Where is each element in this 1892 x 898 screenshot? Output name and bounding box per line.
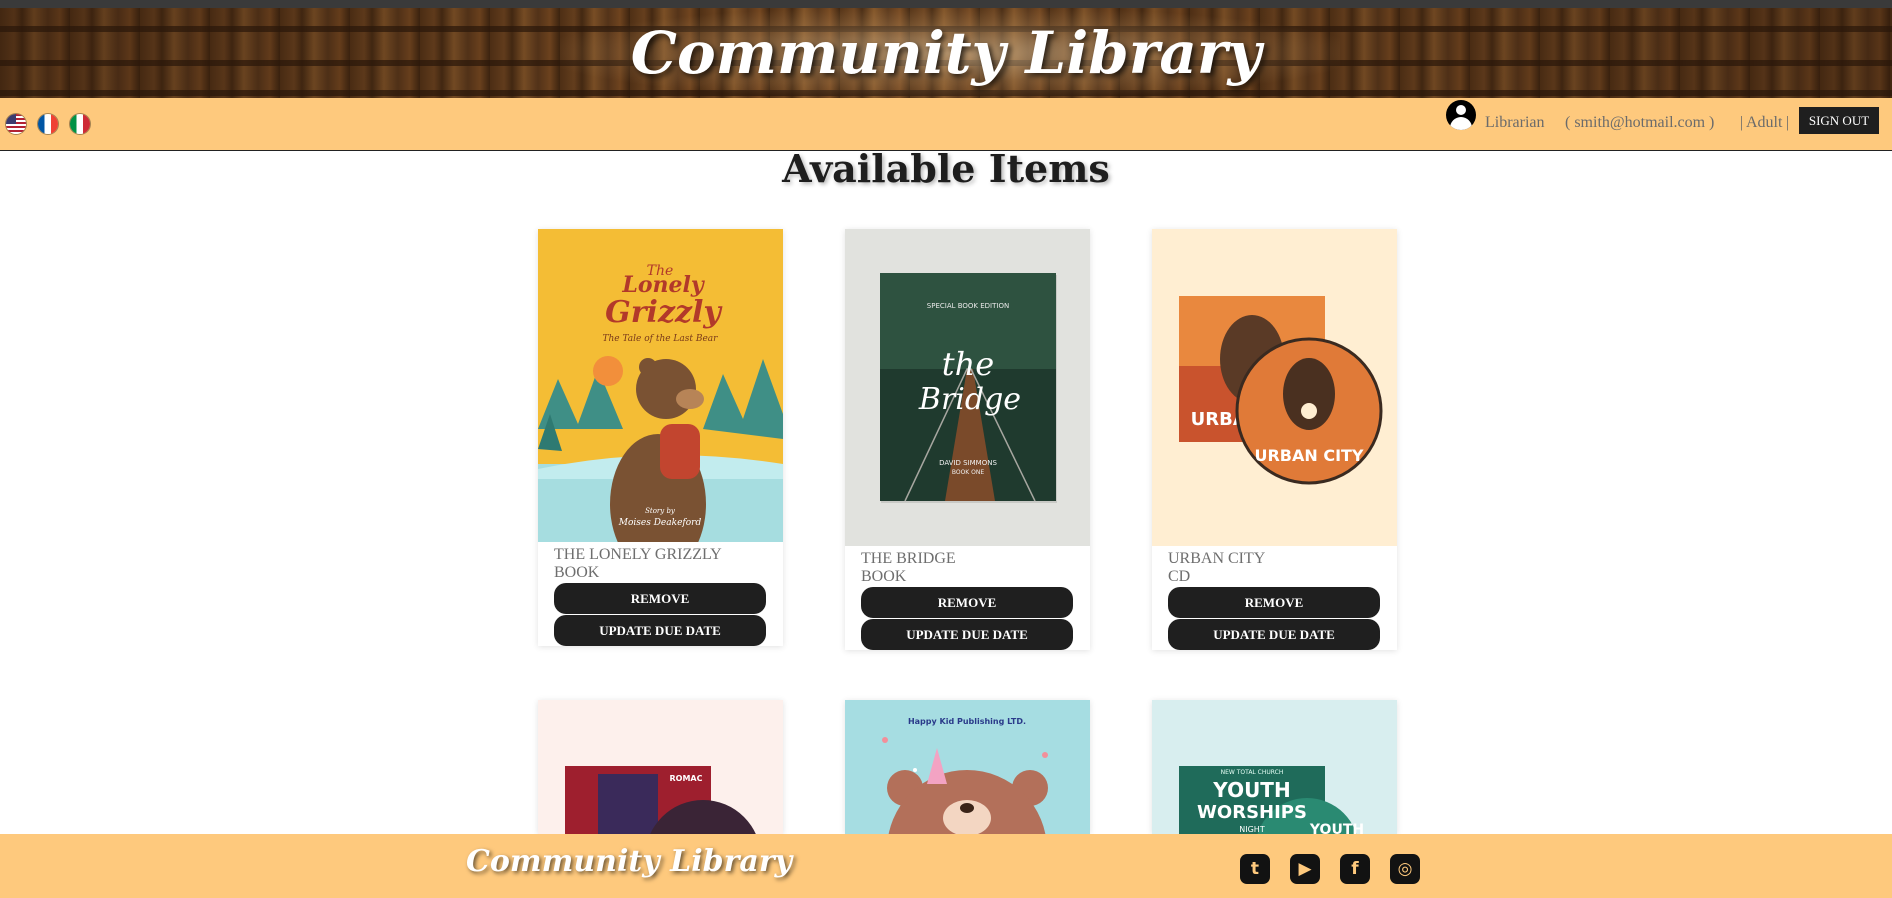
- remove-button[interactable]: REMOVE: [554, 583, 766, 614]
- item-type: BOOK: [554, 564, 600, 581]
- cover-text: YOUTH: [1309, 822, 1364, 834]
- cover-text: NEW TOTAL CHURCH: [1221, 769, 1284, 776]
- section-title: Available Items: [782, 146, 1110, 191]
- book-cover-image[interactable]: The Lonely Grizzly The Tale of the Last …: [538, 229, 783, 542]
- cover-text: Grizzly: [605, 295, 723, 330]
- cover-text: Bridge: [918, 382, 1021, 417]
- user-role: Librarian: [1485, 114, 1545, 131]
- cover-text: BOOK ONE: [952, 469, 985, 476]
- twitter-icon[interactable]: t: [1240, 854, 1270, 884]
- site-title: Community Library: [630, 19, 1262, 87]
- cover-text: DAVID SIMMONS: [939, 459, 997, 467]
- book-cover-image[interactable]: Happy Kid Publishing LTD.: [845, 700, 1090, 834]
- item-title: URBAN CITY: [1168, 550, 1266, 567]
- cover-text: Moises Deakeford: [618, 518, 702, 528]
- cover-text: URBAN CITY: [1254, 446, 1363, 465]
- cover-text: Happy Kid Publishing LTD.: [908, 717, 1026, 726]
- update-due-date-button[interactable]: UPDATE DUE DATE: [861, 619, 1073, 650]
- update-due-date-button[interactable]: UPDATE DUE DATE: [554, 615, 766, 646]
- footer: Community Library t ▶ f ◎: [0, 834, 1892, 898]
- separator: |: [1740, 114, 1744, 131]
- item-title: THE BRIDGE: [861, 550, 956, 567]
- cd-cover-image[interactable]: URBAN CITY URBAN CITY: [1152, 229, 1397, 546]
- remove-button[interactable]: REMOVE: [861, 587, 1073, 618]
- youtube-icon[interactable]: ▶: [1290, 854, 1320, 884]
- cd-cover-image[interactable]: ROMAC: [538, 700, 783, 834]
- item-card: The Lonely Grizzly The Tale of the Last …: [538, 229, 783, 646]
- instagram-icon[interactable]: ◎: [1390, 854, 1420, 884]
- item-card: NEW TOTAL CHURCH YOUTH WORSHIPS NIGHT YO…: [1152, 700, 1397, 834]
- cover-text: NIGHT: [1239, 825, 1265, 834]
- item-type: CD: [1168, 568, 1191, 585]
- cover-text: Story by: [645, 507, 676, 515]
- cover-text: SPECIAL BOOK EDITION: [927, 302, 1009, 310]
- book-cover-image[interactable]: SPECIAL BOOK EDITION the Bridge DAVID SI…: [845, 229, 1090, 546]
- flag-italy-icon[interactable]: [70, 114, 90, 134]
- separator: |: [1786, 114, 1790, 131]
- footer-title: Community Library: [466, 844, 793, 879]
- cover-text: YOUTH: [1212, 778, 1290, 802]
- item-card: Happy Kid Publishing LTD.: [845, 700, 1090, 834]
- age-group: Adult: [1746, 114, 1783, 131]
- sign-out-button[interactable]: SIGN OUT: [1799, 107, 1879, 134]
- item-card: SPECIAL BOOK EDITION the Bridge DAVID SI…: [845, 229, 1090, 650]
- cover-text: The Tale of the Last Bear: [603, 334, 719, 344]
- cover-text: WORSHIPS: [1197, 802, 1307, 823]
- user-email: ( smith@hotmail.com ): [1565, 114, 1715, 131]
- item-title: THE LONELY GRIZZLY: [554, 546, 722, 563]
- update-due-date-button[interactable]: UPDATE DUE DATE: [1168, 619, 1380, 650]
- user-avatar-icon: [1446, 100, 1476, 130]
- cover-text: the: [942, 345, 994, 383]
- item-card: URBAN CITY URBAN CITY URBAN CITY CD REMO…: [1152, 229, 1397, 650]
- window-top-edge: [0, 0, 1892, 8]
- facebook-icon[interactable]: f: [1340, 854, 1370, 884]
- cover-text: ROMAC: [670, 774, 703, 783]
- item-card: ROMAC: [538, 700, 783, 834]
- flag-us-icon[interactable]: [6, 114, 26, 134]
- remove-button[interactable]: REMOVE: [1168, 587, 1380, 618]
- item-type: BOOK: [861, 568, 907, 585]
- flag-france-icon[interactable]: [38, 114, 58, 134]
- cd-cover-image[interactable]: NEW TOTAL CHURCH YOUTH WORSHIPS NIGHT YO…: [1152, 700, 1397, 834]
